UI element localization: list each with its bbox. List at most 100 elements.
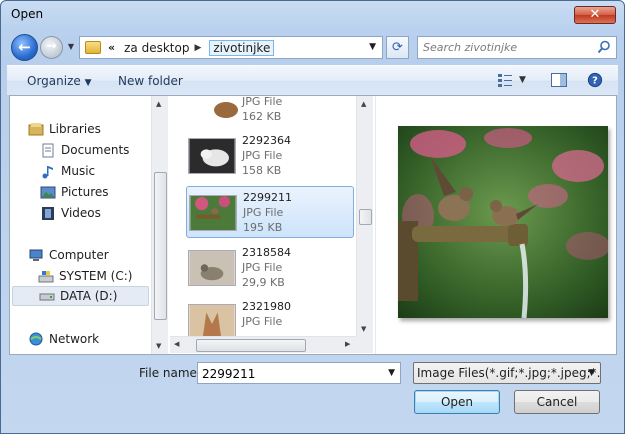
nav-scrollbar-thumb[interactable]: [154, 172, 167, 320]
preview-pane-icon[interactable]: [550, 72, 568, 88]
recent-pages-dropdown[interactable]: ▼: [65, 41, 77, 53]
chevron-down-icon[interactable]: ▼: [588, 368, 595, 378]
nav-item-network[interactable]: Network: [28, 329, 99, 349]
help-icon[interactable]: ?: [586, 72, 604, 88]
scroll-up-icon[interactable]: ▲: [361, 100, 366, 108]
nav-item-documents[interactable]: Documents: [40, 140, 129, 160]
folder-icon: [85, 41, 101, 54]
open-button[interactable]: Open: [414, 390, 500, 414]
svg-text:?: ?: [592, 76, 598, 87]
search-box[interactable]: [417, 36, 617, 59]
nav-scrollbar[interactable]: ▲ ▼: [151, 96, 168, 354]
scroll-down-icon[interactable]: ▼: [156, 342, 161, 350]
close-button[interactable]: ✕: [574, 6, 616, 24]
nav-item-music[interactable]: Music: [40, 161, 95, 181]
nav-item-system-drive[interactable]: SYSTEM (C:): [38, 266, 132, 286]
search-icon[interactable]: [597, 40, 611, 54]
list-item[interactable]: JPG File 162 KB: [186, 96, 354, 128]
file-type: JPG File: [242, 261, 283, 274]
list-item[interactable]: 2321980 JPG File: [186, 296, 354, 336]
computer-icon: [29, 249, 43, 261]
preview-image: [398, 126, 608, 318]
content-area: Libraries Documents Music Pictures Video…: [9, 95, 617, 355]
nav-item-libraries[interactable]: Libraries: [28, 119, 101, 139]
file-thumbnail: [188, 250, 236, 286]
nav-label: Libraries: [49, 122, 101, 136]
file-type-filter[interactable]: Image Files(*.gif;*.jpg;*.jpeg;*.b ▼: [413, 362, 601, 384]
list-item[interactable]: 2318584 JPG File 29,9 KB: [186, 242, 354, 294]
list-item-selected[interactable]: 2299211 JPG File 195 KB: [186, 186, 354, 238]
view-dropdown-icon[interactable]: ▼: [519, 75, 526, 85]
nav-item-data-drive[interactable]: DATA (D:): [12, 286, 149, 306]
scroll-down-icon[interactable]: ▼: [361, 325, 366, 333]
search-input[interactable]: [423, 40, 593, 55]
file-name-field[interactable]: ▼: [197, 362, 401, 384]
file-type-filter-value: Image Files(*.gif;*.jpg;*.jpeg;*.b: [417, 366, 601, 380]
file-size: 195 KB: [243, 221, 283, 234]
scroll-right-icon[interactable]: ▶: [345, 340, 350, 348]
nav-label: Computer: [49, 248, 109, 262]
chevron-down-icon: ▼: [84, 78, 92, 88]
nav-item-pictures[interactable]: Pictures: [40, 182, 109, 202]
file-name: 2321980: [242, 300, 291, 313]
view-options-icon[interactable]: [497, 72, 515, 88]
nav-label: SYSTEM (C:): [59, 269, 133, 283]
file-thumbnail: [214, 102, 238, 118]
window-title: Open: [11, 7, 44, 21]
nav-label: Documents: [61, 143, 130, 157]
navigation-pane: Libraries Documents Music Pictures Video…: [10, 96, 151, 354]
address-bar[interactable]: « za desktop ▶ zivotinjke ▼: [79, 36, 383, 59]
file-type: JPG File: [243, 206, 284, 219]
chevron-down-icon[interactable]: ▼: [388, 368, 395, 378]
open-dialog: Open ✕ ← → ▼ « za desktop ▶ zivotinjke ▼…: [0, 0, 625, 434]
nav-label: Music: [61, 164, 96, 178]
forward-arrow-icon: →: [46, 39, 57, 54]
libraries-icon: [28, 122, 44, 135]
data-drive-icon: [39, 293, 55, 300]
pictures-icon: [40, 186, 56, 198]
file-name-input[interactable]: [202, 366, 378, 381]
refresh-icon: ⟳: [392, 40, 403, 55]
back-arrow-icon: ←: [18, 38, 31, 56]
horizontal-scrollbar-thumb[interactable]: [196, 339, 306, 352]
vertical-scrollbar-thumb[interactable]: [359, 209, 372, 225]
file-type: JPG File: [242, 96, 283, 108]
file-type: JPG File: [242, 149, 283, 162]
scroll-left-icon[interactable]: ◀: [174, 340, 179, 348]
forward-button[interactable]: →: [40, 36, 63, 59]
scrollbar-corner: [356, 336, 373, 353]
breadcrumb-overflow[interactable]: «: [108, 41, 115, 54]
documents-icon: [42, 143, 54, 157]
file-thumbnail: [188, 304, 236, 336]
refresh-button[interactable]: ⟳: [386, 36, 409, 59]
file-list: JPG File 162 KB 2292364 JPG File 158 KB …: [170, 96, 356, 336]
scroll-up-icon[interactable]: ▲: [156, 100, 161, 108]
back-button[interactable]: ←: [11, 34, 38, 61]
file-list-horizontal-scrollbar[interactable]: ◀ ▶: [170, 336, 356, 353]
file-name-label: File name:: [139, 366, 201, 380]
file-size: 29,9 KB: [242, 276, 285, 289]
music-icon: [42, 165, 53, 178]
videos-icon: [42, 206, 54, 220]
organize-button[interactable]: Organize ▼: [27, 74, 92, 88]
file-size: 158 KB: [242, 164, 282, 177]
cancel-button[interactable]: Cancel: [514, 390, 600, 414]
nav-item-videos[interactable]: Videos: [40, 203, 101, 223]
list-item[interactable]: 2292364 JPG File 158 KB: [186, 130, 354, 182]
breadcrumb-current[interactable]: zivotinjke: [209, 39, 275, 56]
nav-item-computer[interactable]: Computer: [28, 245, 109, 265]
file-name: 2292364: [242, 134, 291, 147]
title-bar: Open ✕: [1, 1, 624, 28]
file-size: 162 KB: [242, 110, 282, 123]
chevron-right-icon[interactable]: ▶: [194, 43, 201, 53]
file-name: 2318584: [242, 246, 291, 259]
new-folder-button[interactable]: New folder: [118, 74, 183, 88]
file-list-vertical-scrollbar[interactable]: ▲ ▼: [356, 96, 373, 336]
nav-label: DATA (D:): [60, 289, 118, 303]
file-thumbnail: [188, 138, 236, 174]
chevron-down-icon[interactable]: ▼: [369, 42, 376, 52]
preview-pane: [375, 96, 616, 354]
breadcrumb-item[interactable]: za desktop: [121, 41, 192, 55]
nav-label: Videos: [61, 206, 101, 220]
system-drive-icon: [38, 270, 54, 282]
